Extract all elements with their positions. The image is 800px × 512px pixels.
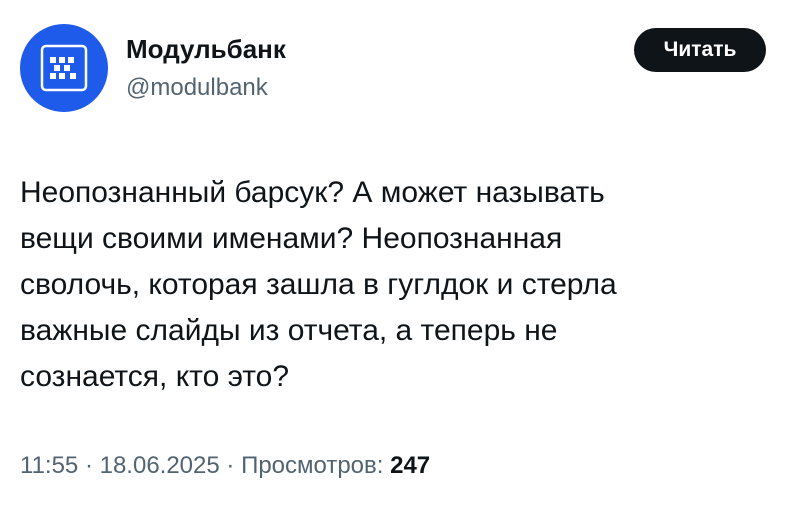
tweet-time[interactable]: 11:55: [20, 452, 78, 479]
tweet-card: Модульбанк @modulbank Читать Неопознанны…: [0, 0, 800, 512]
tweet-text: Неопознанный барсук? А может называть ве…: [20, 170, 780, 400]
views-count[interactable]: 247: [390, 452, 430, 479]
author-name[interactable]: Модульбанк: [126, 34, 286, 65]
modulbank-logo-icon: [40, 44, 88, 92]
author-handle[interactable]: @modulbank: [126, 74, 268, 102]
tweet-text-line: Неопознанный барсук? А может называть: [20, 176, 605, 209]
tweet-meta: 11:55 · 18.06.2025 · Просмотров: 247: [20, 452, 430, 480]
avatar[interactable]: [20, 24, 108, 112]
tweet-text-line: сознается, кто это?: [20, 360, 290, 393]
meta-separator: ·: [78, 452, 100, 479]
tweet-text-line: важные слайды из отчета, а теперь не: [20, 314, 558, 347]
views-label: Просмотров:: [241, 452, 384, 479]
tweet-date[interactable]: 18.06.2025: [100, 452, 220, 479]
follow-button[interactable]: Читать: [634, 28, 766, 72]
tweet-text-line: сволочь, которая зашла в гуглдок и стерл…: [20, 268, 617, 301]
tweet-text-line: вещи своими именами? Неопознанная: [20, 222, 563, 255]
meta-separator: ·: [219, 452, 242, 479]
